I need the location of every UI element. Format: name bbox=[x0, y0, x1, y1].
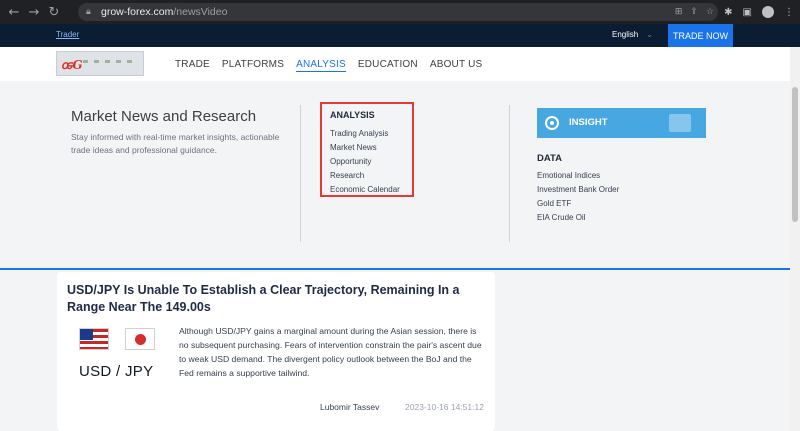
nav-menu: TRADE PLATFORMS ANALYSIS EDUCATION ABOUT… bbox=[175, 47, 482, 81]
panel-description: Stay informed with real-time market insi… bbox=[71, 132, 280, 155]
menu-kebab-icon[interactable]: ⋮ bbox=[784, 7, 794, 18]
bookmark-star-icon[interactable]: ☆ bbox=[706, 7, 714, 17]
currency-pair-label: USD / JPY bbox=[79, 363, 154, 380]
article-author: Lubomir Tassev bbox=[320, 402, 380, 412]
extensions-icon[interactable]: ✱ bbox=[724, 7, 732, 18]
menu-item-research[interactable]: Research bbox=[330, 169, 400, 183]
reload-icon[interactable]: ↻ bbox=[44, 2, 64, 22]
article-card[interactable]: USD/JPY Is Unable To Establish a Clear T… bbox=[57, 272, 495, 431]
nav-item-platforms[interactable]: PLATFORMS bbox=[222, 47, 284, 81]
japan-flag-icon bbox=[125, 328, 155, 350]
menu-item-investment-bank-order[interactable]: Investment Bank Order bbox=[537, 183, 619, 197]
menu-item-emotional-indices[interactable]: Emotional Indices bbox=[537, 169, 619, 183]
analysis-heading: ANALYSIS bbox=[330, 110, 375, 120]
divider bbox=[509, 105, 510, 242]
currency-flags bbox=[79, 328, 155, 350]
language-label: English bbox=[612, 30, 639, 39]
menu-item-eia-crude-oil[interactable]: EIA Crude Oil bbox=[537, 211, 619, 225]
article-title[interactable]: USD/JPY Is Unable To Establish a Clear T… bbox=[67, 282, 467, 316]
scrollbar-thumb[interactable] bbox=[792, 87, 798, 222]
menu-item-trading-analysis[interactable]: Trading Analysis bbox=[330, 127, 400, 141]
lock-icon[interactable]: 🔒︎ bbox=[86, 7, 95, 17]
menu-item-market-news[interactable]: Market News bbox=[330, 141, 400, 155]
profile-avatar-icon[interactable] bbox=[762, 6, 774, 18]
insight-banner[interactable]: INSIGHT bbox=[537, 108, 706, 138]
chevron-down-icon: ⌄ bbox=[646, 30, 653, 39]
document-icon bbox=[669, 114, 691, 132]
language-selector[interactable]: English ⌄ bbox=[612, 30, 653, 39]
panel-title: Market News and Research bbox=[71, 108, 257, 125]
data-heading: DATA bbox=[537, 153, 562, 164]
menu-item-gold-etf[interactable]: Gold ETF bbox=[537, 197, 619, 211]
logo-mark-icon: ꭀG bbox=[61, 58, 83, 72]
browser-toolbar: ← → ↻ 🔒︎ grow-forex.com/newsVideo ⊞ ⇪ ☆ … bbox=[0, 0, 800, 24]
menu-item-opportunity[interactable]: Opportunity bbox=[330, 155, 400, 169]
article-summary: Although USD/JPY gains a marginal amount… bbox=[179, 326, 482, 378]
translate-icon[interactable]: ⊞ bbox=[675, 7, 683, 17]
page-scrollbar[interactable] bbox=[790, 47, 800, 431]
nav-item-about-us[interactable]: ABOUT US bbox=[430, 47, 483, 81]
insight-label: INSIGHT bbox=[569, 117, 608, 128]
share-icon[interactable]: ⇪ bbox=[690, 7, 698, 17]
nav-item-trade[interactable]: TRADE bbox=[175, 47, 210, 81]
address-bar[interactable]: 🔒︎ grow-forex.com/newsVideo ⊞ ⇪ ☆ bbox=[78, 3, 718, 21]
target-icon bbox=[545, 116, 559, 130]
article-date: 2023-10-16 14:51:12 bbox=[405, 402, 484, 412]
analysis-mega-menu: Market News and Research Stay informed w… bbox=[0, 81, 790, 268]
us-flag-icon bbox=[79, 328, 109, 350]
back-arrow-icon[interactable]: ← bbox=[4, 2, 24, 22]
trader-link[interactable]: Trader bbox=[56, 30, 79, 39]
sidepanel-icon[interactable]: ▣ bbox=[743, 7, 752, 18]
url-text[interactable]: grow-forex.com/newsVideo bbox=[101, 6, 227, 18]
trade-now-button[interactable]: TRADE NOW bbox=[668, 24, 733, 47]
forward-arrow-icon[interactable]: → bbox=[24, 2, 44, 22]
panel-bottom-border bbox=[0, 268, 790, 270]
site-logo[interactable]: ꭀG bbox=[56, 51, 144, 76]
analysis-menu-section: ANALYSIS Trading Analysis Market News Op… bbox=[320, 102, 414, 197]
nav-item-analysis[interactable]: ANALYSIS bbox=[296, 47, 346, 81]
main-navigation: ꭀG TRADE PLATFORMS ANALYSIS EDUCATION AB… bbox=[0, 47, 790, 81]
menu-item-economic-calendar[interactable]: Economic Calendar bbox=[330, 183, 400, 197]
divider bbox=[300, 105, 301, 242]
site-topbar: Trader English ⌄ TRADE NOW bbox=[0, 24, 800, 47]
nav-item-education[interactable]: EDUCATION bbox=[358, 47, 418, 81]
